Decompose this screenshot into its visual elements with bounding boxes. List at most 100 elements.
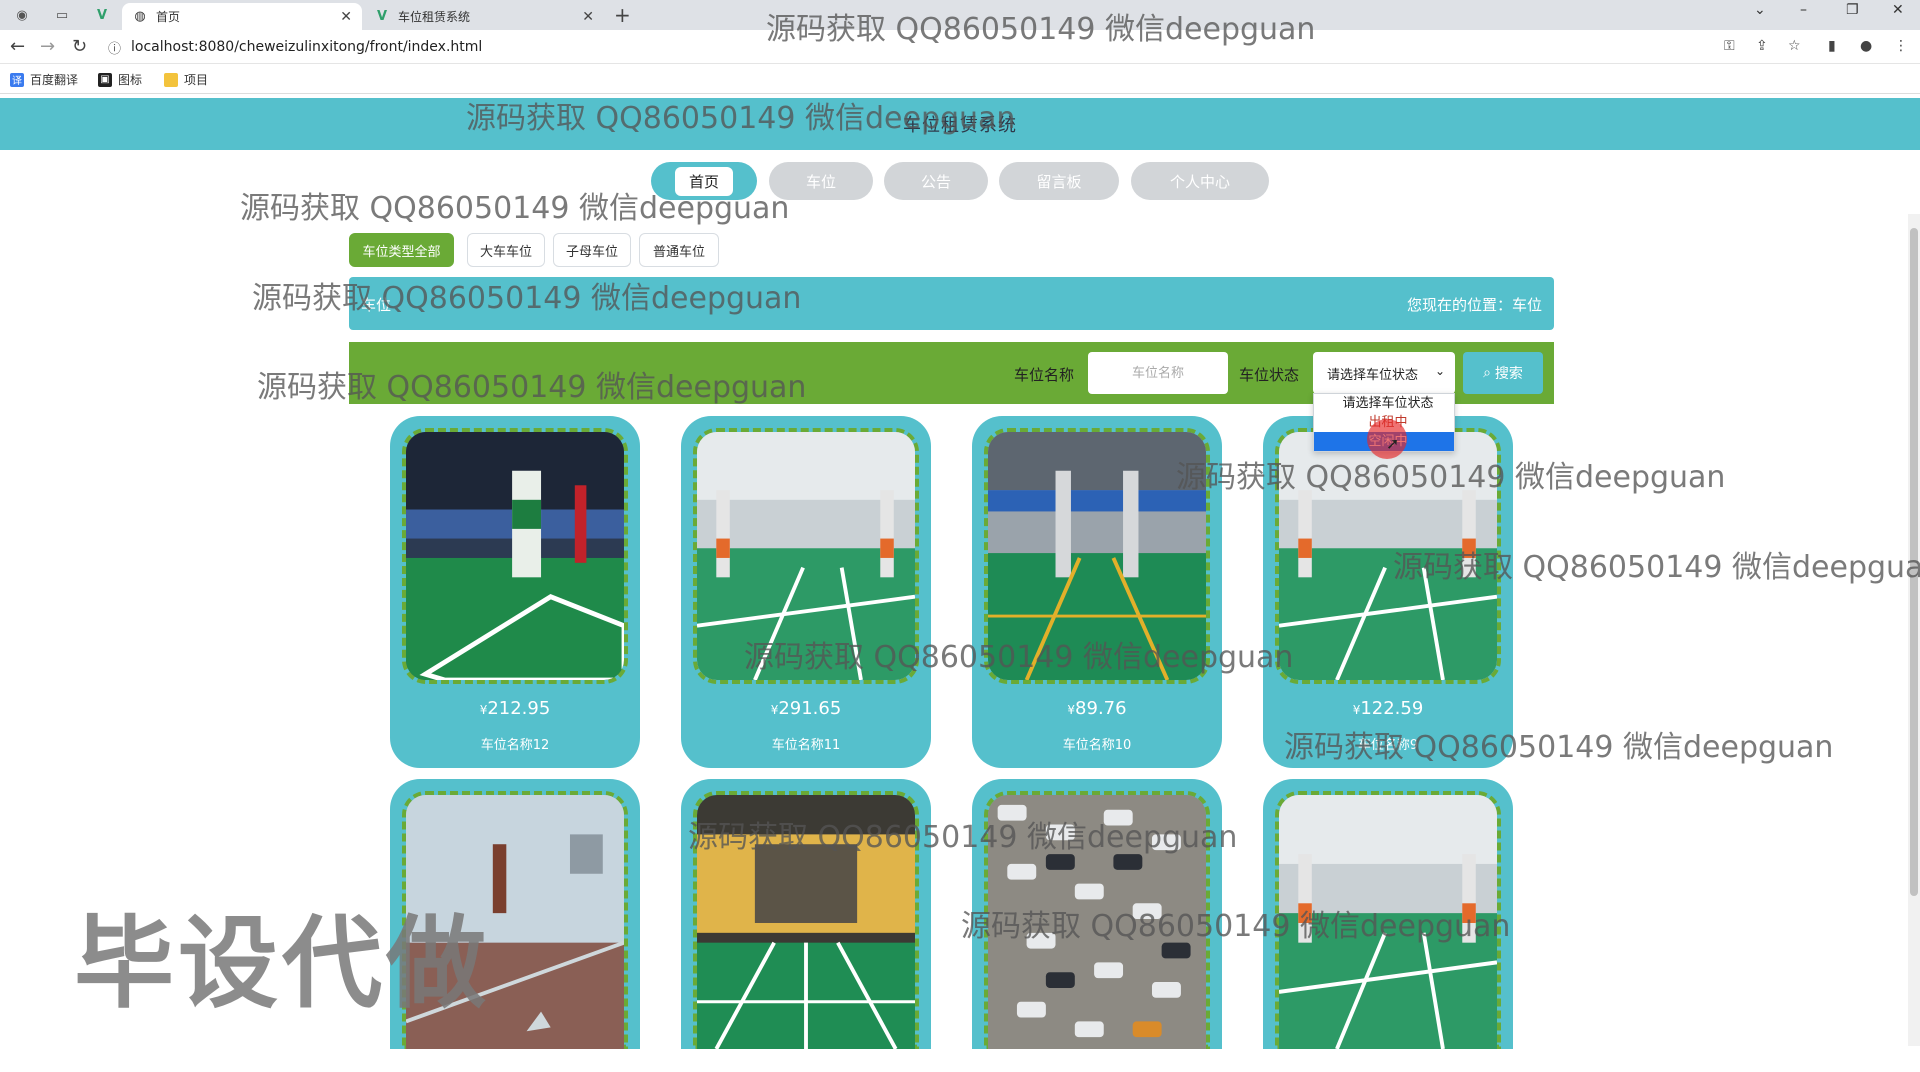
breadcrumb: 车位 您现在的位置：车位 <box>349 277 1554 330</box>
browser-tab-strip: ◉ ▭ V ◍ 首页 ✕ V 车位租赁系统 ✕ + ⌄ – ❐ ✕ <box>0 0 1920 30</box>
key-icon[interactable]: ⚿ <box>1724 38 1735 54</box>
status-option-rented[interactable]: 出租中 <box>1314 413 1454 432</box>
nav-parking[interactable]: 车位 <box>769 162 873 200</box>
currency-symbol: ¥ <box>1067 703 1076 717</box>
tab-home[interactable]: ◍ 首页 ✕ <box>122 3 362 30</box>
nav-notice[interactable]: 公告 <box>884 162 988 200</box>
parking-card[interactable]: ¥89.76 车位名称10 <box>972 416 1222 768</box>
nav-message-board[interactable]: 留言板 <box>999 162 1119 200</box>
status-select-value: 请选择车位状态 <box>1327 367 1419 383</box>
back-icon[interactable]: ← <box>10 36 25 57</box>
price-value: 89.76 <box>1075 698 1127 719</box>
share-icon[interactable]: ⇪ <box>1756 38 1768 54</box>
parking-photo <box>984 428 1210 684</box>
bookmark-label: 百度翻译 <box>30 73 79 87</box>
restore-button[interactable]: ❐ <box>1846 2 1859 18</box>
pinned-tab-icon[interactable]: ▭ <box>46 4 78 26</box>
parking-photo <box>984 791 1210 1049</box>
parking-card[interactable] <box>681 779 931 1049</box>
image-icon: ▣ <box>98 72 112 87</box>
card-name: 车位名称12 <box>480 738 550 753</box>
nav-label: 公告 <box>920 172 951 191</box>
bookmark-project[interactable]: 项目 <box>164 71 208 88</box>
folder-icon <box>164 72 178 87</box>
status-option-free[interactable]: 空闲中 <box>1314 432 1454 451</box>
address-bar[interactable]: ⓘ localhost:8080/cheweizulinxitong/front… <box>108 34 1708 60</box>
site-header: 车位租赁系统 <box>0 98 1920 150</box>
vue-icon[interactable]: V <box>86 4 118 26</box>
close-icon[interactable]: ✕ <box>340 9 352 25</box>
forward-icon[interactable]: → <box>40 36 55 57</box>
parking-photo <box>1275 791 1501 1049</box>
parking-card[interactable] <box>972 779 1222 1049</box>
price-value: 291.65 <box>778 698 842 719</box>
parking-photo <box>1275 428 1501 684</box>
card-name: 车位名称11 <box>771 738 841 753</box>
parking-card[interactable]: ¥212.95 车位名称12 <box>390 416 640 768</box>
tab-title: 首页 <box>156 10 181 24</box>
close-icon[interactable]: ✕ <box>582 9 594 25</box>
status-label: 车位状态 <box>1239 366 1300 384</box>
status-dropdown: 请选择车位状态 出租中 空闲中 <box>1313 393 1455 452</box>
bookmarks-bar: 译 百度翻译 ▣ 图标 项目 <box>0 64 1920 94</box>
search-button[interactable]: ⌕ 搜索 <box>1463 352 1543 394</box>
minimize-button[interactable]: – <box>1800 2 1807 18</box>
bookmark-icons[interactable]: ▣ 图标 <box>98 71 142 88</box>
tab-title: 车位租赁系统 <box>398 10 471 24</box>
menu-icon[interactable]: ⋮ <box>1894 38 1908 54</box>
name-search-input[interactable] <box>1088 352 1228 394</box>
card-price: ¥212.95 <box>390 698 640 719</box>
github-icon[interactable]: ◉ <box>6 4 38 26</box>
vue-icon: V <box>376 9 388 24</box>
price-value: 122.59 <box>1360 698 1424 719</box>
parking-card[interactable] <box>1263 779 1513 1049</box>
parking-card[interactable] <box>390 779 640 1049</box>
star-icon[interactable]: ☆ <box>1788 38 1801 54</box>
globe-icon: ◍ <box>134 9 146 24</box>
bookmark-translate[interactable]: 译 百度翻译 <box>10 71 78 88</box>
site-info-icon[interactable]: ⓘ <box>108 38 121 57</box>
filter-parent-child[interactable]: 子母车位 <box>553 233 631 267</box>
card-price: ¥291.65 <box>681 698 931 719</box>
bookmark-label: 项目 <box>184 73 209 87</box>
chevron-down-icon: ⌄ <box>1434 364 1445 378</box>
status-select[interactable]: 请选择车位状态 ⌄ <box>1313 352 1455 394</box>
nav-personal-center[interactable]: 个人中心 <box>1131 162 1269 200</box>
filter-all-types[interactable]: 车位类型全部 <box>349 233 454 267</box>
nav-label: 个人中心 <box>1169 172 1230 191</box>
site-title: 车位租赁系统 <box>903 115 1017 136</box>
url-text: localhost:8080/cheweizulinxitong/front/i… <box>131 39 483 55</box>
nav-home[interactable]: 首页 <box>651 162 757 200</box>
translate-icon: 译 <box>10 72 24 87</box>
parking-card[interactable]: ¥122.59 车位名称9 <box>1263 416 1513 768</box>
card-price: ¥122.59 <box>1263 698 1513 719</box>
card-price: ¥89.76 <box>972 698 1222 719</box>
search-icon: ⌕ <box>1483 365 1491 381</box>
tab-search-icon[interactable]: ⌄ <box>1754 2 1766 18</box>
tab-parking-system[interactable]: V 车位租赁系统 ✕ <box>364 3 604 30</box>
mouse-cursor-icon: ➚ <box>1386 434 1400 453</box>
reload-icon[interactable]: ↻ <box>72 36 87 57</box>
nav-label: 车位 <box>805 172 836 191</box>
sidebar-icon[interactable]: ▮ <box>1828 38 1836 54</box>
card-name: 车位名称10 <box>1062 738 1132 753</box>
nav-label: 首页 <box>674 166 733 196</box>
window-close-button[interactable]: ✕ <box>1892 2 1904 18</box>
parking-card[interactable]: ¥291.65 车位名称11 <box>681 416 931 768</box>
current-location: 您现在的位置：车位 <box>1406 296 1542 314</box>
parking-photo <box>402 428 628 684</box>
new-tab-button[interactable]: + <box>614 3 631 27</box>
filter-regular[interactable]: 普通车位 <box>639 233 719 267</box>
nav-label: 留言板 <box>1036 172 1082 191</box>
bookmark-label: 图标 <box>118 73 143 87</box>
status-option-placeholder[interactable]: 请选择车位状态 <box>1314 394 1454 413</box>
filter-large-vehicle[interactable]: 大车车位 <box>467 233 545 267</box>
parking-photo <box>402 791 628 1049</box>
name-label: 车位名称 <box>1014 366 1075 384</box>
section-title: 车位 <box>361 296 392 314</box>
search-button-label: 搜索 <box>1494 366 1523 382</box>
parking-photo <box>693 791 919 1049</box>
profile-icon[interactable]: ● <box>1860 38 1872 54</box>
browser-toolbar: ← → ↻ ⓘ localhost:8080/cheweizulinxitong… <box>0 30 1920 64</box>
scrollbar-thumb[interactable] <box>1910 228 1918 896</box>
